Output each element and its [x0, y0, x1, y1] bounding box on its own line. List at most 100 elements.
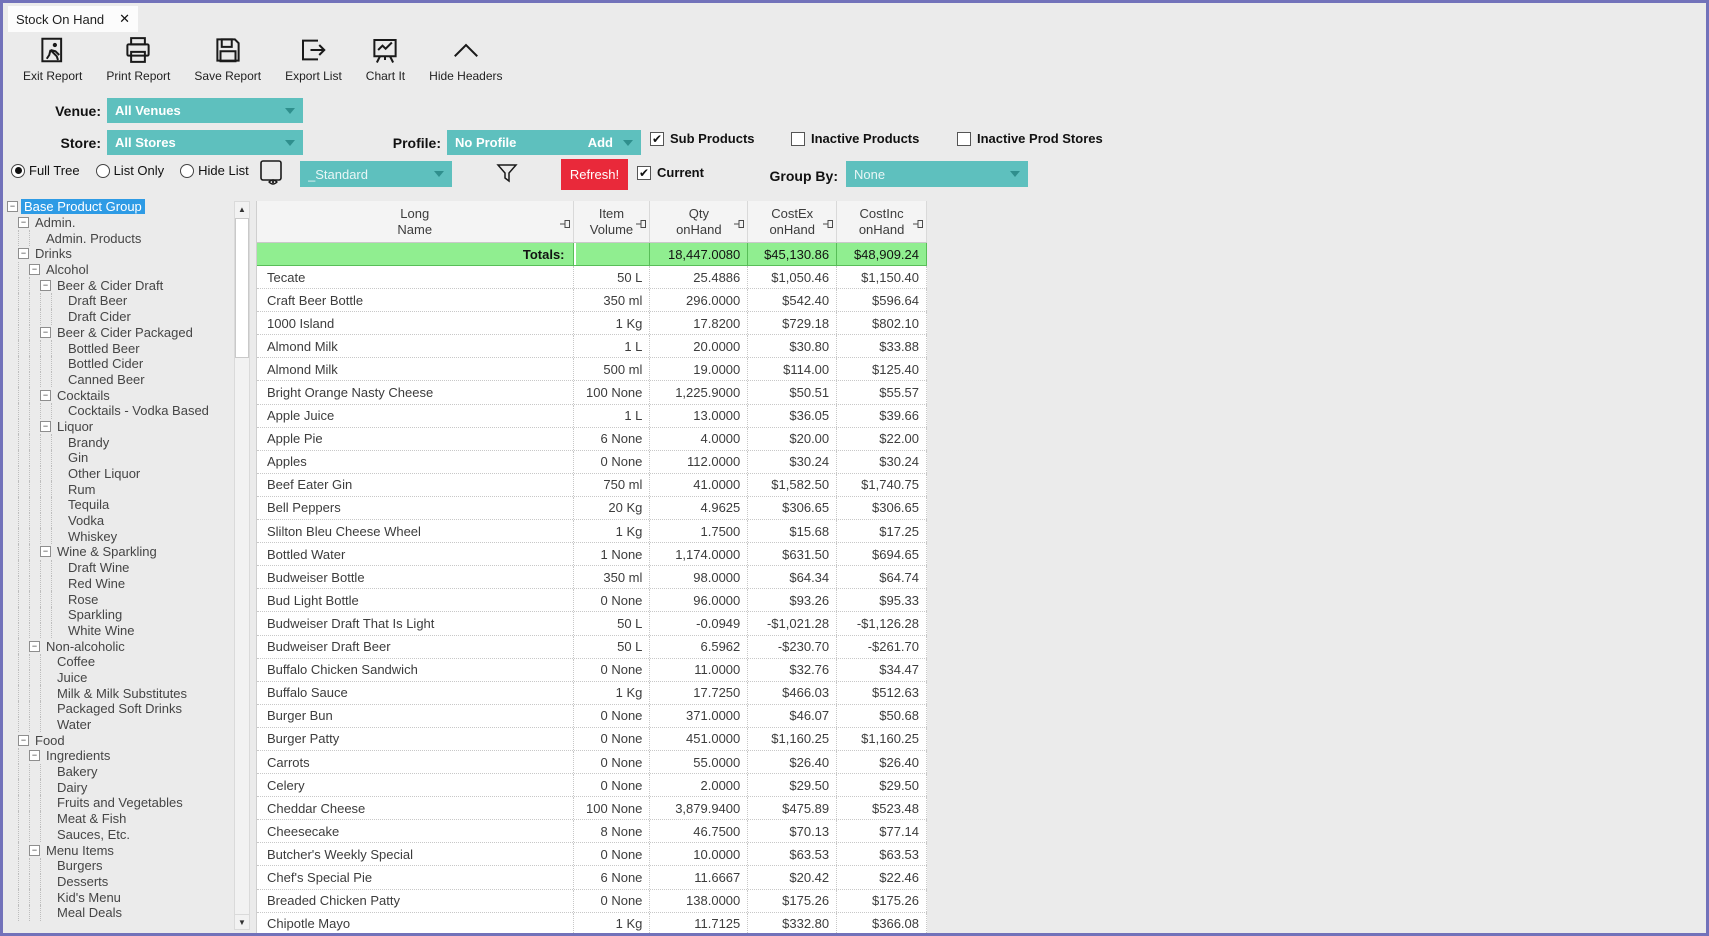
filter-button[interactable] [495, 161, 519, 190]
table-row[interactable]: Buffalo Chicken Sandwich0 None11.0000$32… [257, 659, 927, 682]
tree-item[interactable]: Burgers [7, 858, 233, 874]
tree-item[interactable]: Coffee [7, 654, 233, 670]
table-row[interactable]: Celery0 None2.0000$29.50$29.50 [257, 774, 927, 797]
tree-item[interactable]: Water [7, 717, 233, 733]
collapse-icon[interactable]: − [40, 327, 51, 338]
save-report-button[interactable]: Save Report [182, 33, 273, 91]
collapse-icon[interactable]: − [29, 641, 40, 652]
tree-item[interactable]: Canned Beer [7, 372, 233, 388]
table-row[interactable]: Budweiser Draft Beer50 L6.5962-$230.70-$… [257, 636, 927, 659]
export-list-button[interactable]: Export List [273, 33, 354, 91]
venue-dropdown[interactable]: All Venues [107, 98, 303, 123]
collapse-icon[interactable]: − [40, 546, 51, 557]
tree-item[interactable]: Desserts [7, 874, 233, 890]
collapse-icon[interactable]: − [29, 264, 40, 275]
tree-item[interactable]: Tequila [7, 497, 233, 513]
tab-stock-on-hand[interactable]: Stock On Hand ✕ [8, 6, 138, 32]
tree-item[interactable]: −Wine & Sparkling [7, 544, 233, 560]
sub-products-checkbox[interactable]: ✔ Sub Products [650, 131, 755, 146]
tree-item[interactable]: Packaged Soft Drinks [7, 701, 233, 717]
table-row[interactable]: Almond Milk1 L20.0000$30.80$33.88 [257, 335, 927, 358]
tree-item[interactable]: −Base Product Group [7, 199, 233, 215]
tree-item[interactable]: Whiskey [7, 528, 233, 544]
scrollbar-thumb[interactable] [235, 218, 249, 358]
table-row[interactable]: Almond Milk500 ml19.0000$114.00$125.40 [257, 358, 927, 381]
collapse-icon[interactable]: − [29, 845, 40, 856]
tree-item[interactable]: −Admin. [7, 215, 233, 231]
pin-icon[interactable] [913, 217, 924, 227]
tree-item[interactable]: −Non-alcoholic [7, 638, 233, 654]
exit-report-button[interactable]: Exit Report [11, 33, 94, 91]
pin-icon[interactable] [734, 217, 745, 227]
table-row[interactable]: Beef Eater Gin750 ml41.0000$1,582.50$1,7… [257, 474, 927, 497]
table-row[interactable]: Burger Patty0 None451.0000$1,160.25$1,16… [257, 728, 927, 751]
table-row[interactable]: Bud Light Bottle0 None96.0000$93.26$95.3… [257, 589, 927, 612]
preview-button[interactable] [259, 159, 283, 191]
table-row[interactable]: Burger Bun0 None371.0000$46.07$50.68 [257, 705, 927, 728]
table-row[interactable]: Budweiser Draft That Is Light50 L-0.0949… [257, 612, 927, 635]
table-row[interactable]: Butcher's Weekly Special0 None10.0000$63… [257, 843, 927, 866]
tree-item[interactable]: Sparkling [7, 607, 233, 623]
tree-item[interactable]: Admin. Products [7, 230, 233, 246]
store-dropdown[interactable]: All Stores [107, 130, 303, 155]
column-header-qty[interactable]: QtyonHand [650, 201, 748, 242]
collapse-icon[interactable]: − [18, 735, 29, 746]
tree-item[interactable]: Gin [7, 450, 233, 466]
tree-item[interactable]: −Ingredients [7, 748, 233, 764]
chart-it-button[interactable]: Chart It [354, 33, 417, 91]
tree-item[interactable]: Juice [7, 670, 233, 686]
collapse-icon[interactable]: − [18, 248, 29, 259]
collapse-icon[interactable]: − [40, 421, 51, 432]
collapse-icon[interactable]: − [29, 750, 40, 761]
tree-item[interactable]: Red Wine [7, 576, 233, 592]
collapse-icon[interactable]: − [7, 201, 18, 212]
table-row[interactable]: 1000 Island1 Kg17.8200$729.18$802.10 [257, 312, 927, 335]
hide-headers-button[interactable]: Hide Headers [417, 33, 514, 91]
group-by-dropdown[interactable]: None [846, 161, 1028, 187]
tree-item[interactable]: Draft Cider [7, 309, 233, 325]
scroll-down-icon[interactable]: ▼ [235, 914, 249, 929]
pin-icon[interactable] [636, 217, 647, 227]
column-header-long[interactable]: LongName [257, 201, 574, 242]
tree-scrollbar[interactable]: ▲ ▼ [234, 201, 250, 930]
table-row[interactable]: Budweiser Bottle350 ml98.0000$64.34$64.7… [257, 566, 927, 589]
scroll-up-icon[interactable]: ▲ [235, 202, 249, 217]
profile-dropdown[interactable]: No Profile Add [447, 130, 641, 155]
tree-item[interactable]: −Cocktails [7, 387, 233, 403]
tree-item[interactable]: Rose [7, 591, 233, 607]
inactive-prod-stores-checkbox[interactable]: Inactive Prod Stores [957, 131, 1103, 146]
tree-item[interactable]: Kid's Menu [7, 889, 233, 905]
tree-item[interactable]: Rum [7, 481, 233, 497]
tree-item[interactable]: −Drinks [7, 246, 233, 262]
table-row[interactable]: Apple Juice1 L13.0000$36.05$39.66 [257, 405, 927, 428]
table-row[interactable]: Craft Beer Bottle350 ml296.0000$542.40$5… [257, 289, 927, 312]
tree-item[interactable]: −Food [7, 732, 233, 748]
tree-item[interactable]: Brandy [7, 434, 233, 450]
collapse-icon[interactable]: − [40, 280, 51, 291]
table-row[interactable]: Chef's Special Pie6 None11.6667$20.42$22… [257, 866, 927, 889]
collapse-icon[interactable]: − [40, 390, 51, 401]
table-row[interactable]: Tecate50 L25.4886$1,050.46$1,150.40 [257, 266, 927, 289]
tree-item[interactable]: Bottled Cider [7, 356, 233, 372]
table-row[interactable]: Cheddar Cheese100 None3,879.9400$475.89$… [257, 797, 927, 820]
tree-item[interactable]: White Wine [7, 623, 233, 639]
table-row[interactable]: Cheesecake8 None46.7500$70.13$77.14 [257, 820, 927, 843]
table-row[interactable]: Buffalo Sauce1 Kg17.7250$466.03$512.63 [257, 682, 927, 705]
tree-item[interactable]: −Menu Items [7, 842, 233, 858]
table-row[interactable]: Carrots0 None55.0000$26.40$26.40 [257, 751, 927, 774]
table-row[interactable]: Apples0 None112.0000$30.24$30.24 [257, 451, 927, 474]
current-checkbox[interactable]: ✔ Current [637, 165, 704, 180]
tree-item[interactable]: Draft Wine [7, 560, 233, 576]
hide-list-radio[interactable]: Hide List [180, 163, 249, 178]
table-row[interactable]: Bell Peppers20 Kg4.9625$306.65$306.65 [257, 497, 927, 520]
report-style-dropdown[interactable]: _Standard [300, 161, 452, 187]
table-row[interactable]: Apple Pie6 None4.0000$20.00$22.00 [257, 428, 927, 451]
full-tree-radio[interactable]: Full Tree [11, 163, 80, 178]
column-header-item[interactable]: ItemVolume [574, 201, 651, 242]
tree-item[interactable]: Meal Deals [7, 905, 233, 921]
table-row[interactable]: Bottled Water1 None1,174.0000$631.50$694… [257, 543, 927, 566]
close-icon[interactable]: ✕ [119, 11, 130, 27]
tree-item[interactable]: Bottled Beer [7, 340, 233, 356]
tree-item[interactable]: Fruits and Vegetables [7, 795, 233, 811]
tree-item[interactable]: −Beer & Cider Draft [7, 277, 233, 293]
